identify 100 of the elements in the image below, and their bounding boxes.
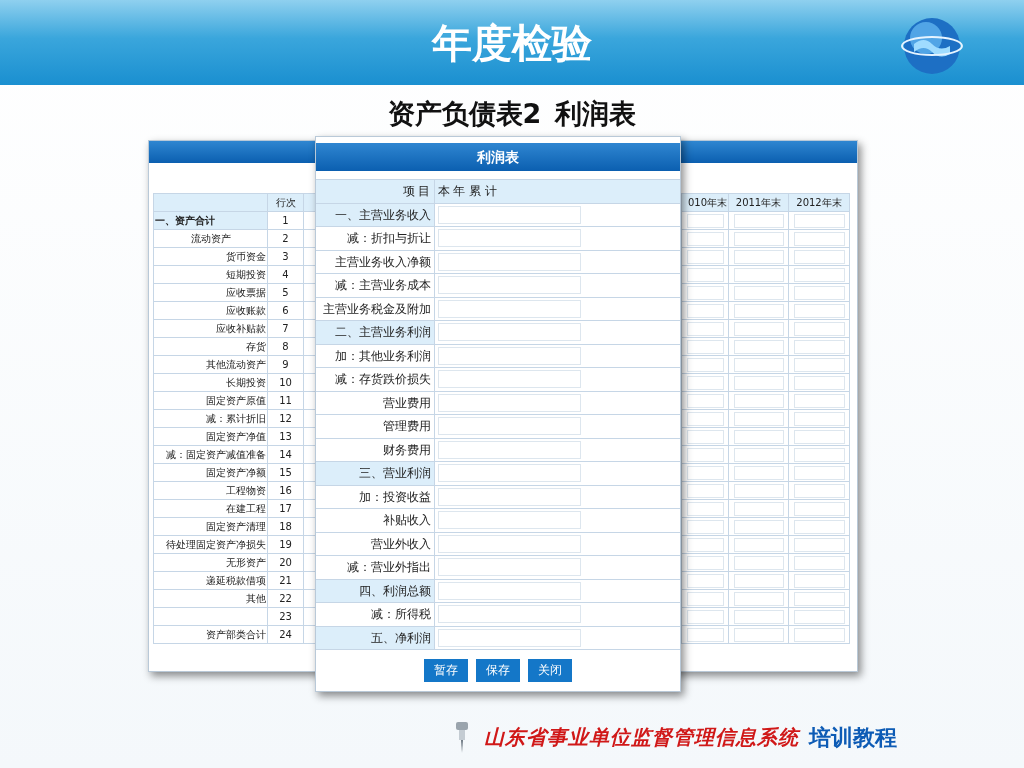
input-field[interactable]: [793, 555, 845, 570]
input-field[interactable]: [793, 609, 845, 624]
input-field[interactable]: [733, 609, 784, 624]
input-field[interactable]: [686, 375, 724, 390]
dialog-button[interactable]: 关闭: [528, 659, 572, 682]
table-cell: 10: [267, 373, 304, 392]
input-field[interactable]: [733, 573, 784, 588]
input-field[interactable]: [437, 581, 581, 600]
input-field[interactable]: [437, 370, 581, 389]
input-field[interactable]: [733, 357, 784, 372]
input-field[interactable]: [733, 267, 784, 282]
input-field[interactable]: [793, 483, 845, 498]
input-field[interactable]: [793, 447, 845, 462]
input-field[interactable]: [733, 501, 784, 516]
input-field[interactable]: [733, 537, 784, 552]
input-field[interactable]: [437, 393, 581, 412]
input-field[interactable]: [437, 346, 581, 365]
input-field[interactable]: [733, 591, 784, 606]
input-field[interactable]: [793, 321, 845, 336]
input-field[interactable]: [686, 519, 724, 534]
input-field[interactable]: [793, 375, 845, 390]
input-field[interactable]: [437, 464, 581, 483]
input-field[interactable]: [733, 375, 784, 390]
input-field[interactable]: [733, 447, 784, 462]
input-field[interactable]: [437, 440, 581, 459]
input-field[interactable]: [686, 609, 724, 624]
input-field[interactable]: [437, 487, 581, 506]
input-field[interactable]: [733, 465, 784, 480]
dialog-button[interactable]: 暂存: [424, 659, 468, 682]
input-field[interactable]: [793, 411, 845, 426]
input-field[interactable]: [793, 357, 845, 372]
input-field[interactable]: [793, 393, 845, 408]
input-field[interactable]: [733, 231, 784, 246]
input-field[interactable]: [733, 249, 784, 264]
input-field[interactable]: [686, 627, 724, 642]
input-field[interactable]: [793, 537, 845, 552]
input-field[interactable]: [733, 411, 784, 426]
table-cell: 6: [267, 301, 304, 320]
input-field[interactable]: [793, 627, 845, 642]
input-field[interactable]: [437, 299, 581, 318]
input-field[interactable]: [437, 511, 581, 530]
input-field[interactable]: [686, 537, 724, 552]
input-field[interactable]: [793, 429, 845, 444]
input-field[interactable]: [686, 429, 724, 444]
input-field[interactable]: [437, 205, 581, 224]
table-cell: 应收补贴款: [153, 319, 268, 338]
input-field[interactable]: [437, 558, 581, 577]
input-field[interactable]: [686, 321, 724, 336]
input-field[interactable]: [733, 483, 784, 498]
dialog-button[interactable]: 保存: [476, 659, 520, 682]
input-field[interactable]: [686, 411, 724, 426]
input-field[interactable]: [686, 357, 724, 372]
input-field[interactable]: [437, 605, 581, 624]
input-field[interactable]: [793, 465, 845, 480]
input-field[interactable]: [733, 303, 784, 318]
table-cell: 1: [267, 211, 304, 230]
input-field[interactable]: [793, 501, 845, 516]
input-field[interactable]: [437, 534, 581, 553]
input-field[interactable]: [686, 339, 724, 354]
input-field[interactable]: [686, 483, 724, 498]
input-field[interactable]: [686, 285, 724, 300]
input-field[interactable]: [437, 229, 581, 248]
table-cell: 减：固定资产减值准备: [153, 445, 268, 464]
input-field[interactable]: [793, 339, 845, 354]
input-field[interactable]: [733, 555, 784, 570]
input-field[interactable]: [793, 213, 845, 228]
input-field[interactable]: [793, 591, 845, 606]
table-header-cell: 2011年末: [728, 193, 789, 212]
input-field[interactable]: [686, 555, 724, 570]
input-field[interactable]: [733, 339, 784, 354]
input-field[interactable]: [686, 465, 724, 480]
input-field[interactable]: [733, 393, 784, 408]
input-field[interactable]: [437, 252, 581, 271]
input-field[interactable]: [793, 573, 845, 588]
input-field[interactable]: [437, 323, 581, 342]
input-field[interactable]: [793, 303, 845, 318]
input-field[interactable]: [437, 276, 581, 295]
input-field[interactable]: [686, 249, 724, 264]
input-field[interactable]: [686, 231, 724, 246]
input-field[interactable]: [686, 393, 724, 408]
input-field[interactable]: [793, 231, 845, 246]
input-field[interactable]: [437, 628, 581, 647]
input-field[interactable]: [733, 213, 784, 228]
input-field[interactable]: [793, 285, 845, 300]
input-field[interactable]: [733, 519, 784, 534]
input-field[interactable]: [686, 501, 724, 516]
input-field[interactable]: [733, 285, 784, 300]
input-field[interactable]: [686, 573, 724, 588]
input-field[interactable]: [437, 417, 581, 436]
input-field[interactable]: [793, 519, 845, 534]
input-field[interactable]: [686, 267, 724, 282]
input-field[interactable]: [733, 429, 784, 444]
input-field[interactable]: [686, 447, 724, 462]
input-field[interactable]: [686, 303, 724, 318]
input-field[interactable]: [686, 213, 724, 228]
input-field[interactable]: [733, 627, 784, 642]
input-field[interactable]: [686, 591, 724, 606]
input-field[interactable]: [733, 321, 784, 336]
input-field[interactable]: [793, 249, 845, 264]
input-field[interactable]: [793, 267, 845, 282]
